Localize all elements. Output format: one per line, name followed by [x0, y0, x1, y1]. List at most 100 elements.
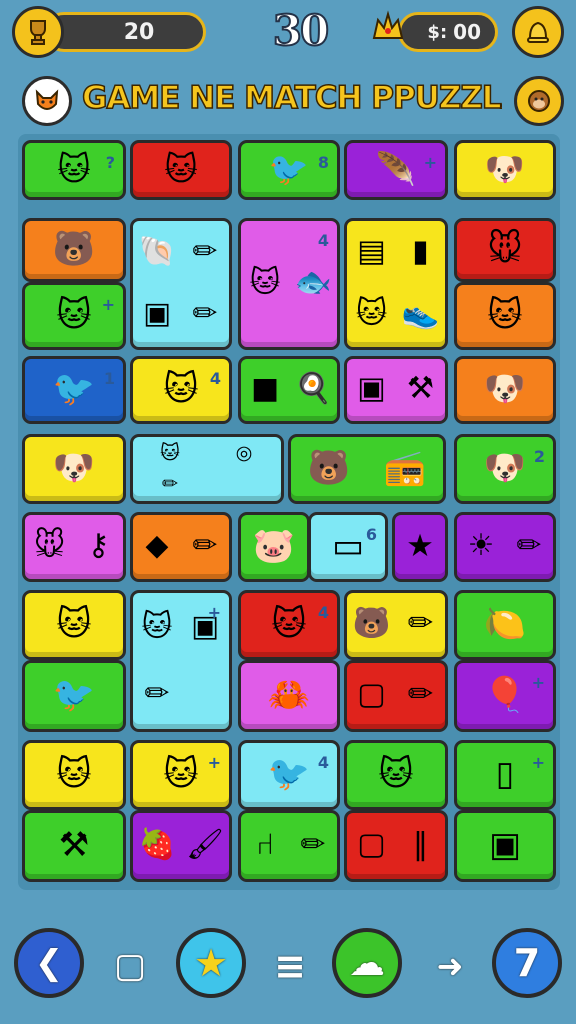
pencil-icon: ✏ [516, 528, 542, 564]
dog-icon: 🐶 [52, 448, 96, 488]
tile-r6c3[interactable]: 🐱 4 [238, 590, 340, 660]
tile-r7c3b[interactable]: ⑁ ✏ [238, 810, 340, 882]
tile-r3c4[interactable]: ▣ ⚒ [344, 356, 448, 424]
pencil-icon: ✏ [144, 675, 170, 711]
fox-button[interactable] [22, 76, 72, 126]
tile-r7c4[interactable]: 🐱 [344, 740, 448, 810]
frame-icon: ▢ [357, 826, 386, 862]
menu-button[interactable]: ≡ [268, 944, 312, 988]
tile-r6c5[interactable]: 🍋 [454, 590, 556, 660]
dog-icon: 🐶 [484, 149, 526, 188]
tile-r5c3[interactable]: 🐷 [238, 512, 310, 582]
box-icon: ▣ [142, 296, 172, 332]
key-icon: ⚷ [87, 527, 110, 563]
cat-icon: 🐱 [141, 608, 173, 644]
forward-button[interactable]: ➜ [428, 944, 472, 988]
box-icon: ▣ [357, 370, 386, 406]
bird-icon: 🐦 [52, 675, 96, 715]
tile-r3c2[interactable]: 🐱 4 [130, 356, 232, 424]
dog-icon: 🐶 [483, 369, 527, 409]
tile-r4c1[interactable]: 🐶 [22, 434, 126, 504]
tile-r5c4[interactable]: ★ [392, 512, 448, 582]
coin-button[interactable] [12, 6, 64, 58]
tile-r3c5[interactable]: 🐶 [454, 356, 556, 424]
crown-icon [372, 10, 404, 39]
bear-icon: 🐻 [307, 448, 351, 488]
score-value: 20 [123, 19, 155, 45]
pencil-icon: ✏ [161, 471, 179, 495]
monkey-icon [528, 90, 550, 112]
tile-r3c1[interactable]: 🐦 1 [22, 356, 126, 424]
tile-r4c3[interactable]: 🐻 📻 [288, 434, 446, 504]
bear-icon: 🐻 [352, 605, 391, 641]
tile-r2c5b[interactable]: 🐱 [454, 282, 556, 350]
tile-r2c4[interactable]: ▤ ▮ 🐱 👟 [344, 218, 448, 350]
ring-icon: ◎ [235, 440, 253, 464]
chevron-left-icon: ❮ [34, 943, 64, 983]
tile-r5c1[interactable]: 🐭 ⚷ [22, 512, 126, 582]
bear-icon: 🐻 [52, 229, 96, 269]
crab-icon: 🦀 [267, 675, 311, 715]
tile-r7c1b[interactable]: ⚒ [22, 810, 126, 882]
bird-icon: 🐦 [52, 369, 96, 409]
cloud-button[interactable]: ☁ [332, 928, 402, 998]
fruit-icon: 🍓 [138, 827, 176, 863]
tile-badge: 6 [365, 525, 377, 544]
tile-r7c1[interactable]: 🐱 [22, 740, 126, 810]
tile-r2c5[interactable]: 🐭 [454, 218, 556, 282]
cat-icon: 🐱 [378, 754, 414, 794]
back-button[interactable]: ❮ [14, 928, 84, 998]
cube-icon: ■ [250, 371, 280, 407]
tile-r1c5[interactable]: 🐶 [454, 140, 556, 200]
book-icon: ▤ [357, 233, 386, 269]
shell-icon: 🐚 [138, 234, 176, 270]
tile-r2c3[interactable]: 🐱 🐟 4 [238, 218, 340, 350]
star-button[interactable]: ★ [176, 928, 246, 998]
tile-r1c1[interactable]: 🐱? [22, 140, 126, 200]
comb-icon: ‖ [412, 826, 429, 862]
top-hud: 20 30 $: 00 [0, 0, 576, 70]
tile-r5c5[interactable]: ☀ ✏ [454, 512, 556, 582]
cards-button[interactable]: ▢ [108, 944, 152, 988]
bell-button[interactable] [512, 6, 564, 58]
tile-r7c2[interactable]: 🐱 + [130, 740, 232, 810]
tile-r5c3b[interactable]: ▭ 6 [308, 512, 388, 582]
tile-badge: + [101, 295, 115, 314]
box-icon: ▣ [488, 825, 522, 865]
tile-badge: + [423, 153, 437, 172]
tile-r7c5b[interactable]: ▣ [454, 810, 556, 882]
pencil-icon: ✏ [407, 676, 434, 712]
tile-r1c3[interactable]: 🐦 8 [238, 140, 340, 200]
tile-r6c2[interactable]: 🐱 ▣ ✏ + [130, 590, 232, 732]
tile-r2c1b[interactable]: 🐱 + [22, 282, 126, 350]
tile-r4c2[interactable]: 🐱 ◎ ✏ [130, 434, 284, 504]
tile-r7c3[interactable]: 🐦 4 [238, 740, 340, 810]
tile-r1c2[interactable]: 🐱 [130, 140, 232, 200]
tile-r7c4b[interactable]: ▢ ‖ [344, 810, 448, 882]
tile-r6c4[interactable]: 🐻 ✏ [344, 590, 448, 660]
fox-icon [35, 89, 59, 110]
cat-icon: 🐱 [249, 265, 281, 301]
tile-r6c1[interactable]: 🐱 [22, 590, 126, 660]
tile-r6c5b[interactable]: 🎈 + [454, 660, 556, 732]
tile-badge: 4 [209, 369, 221, 388]
tile-r7c5[interactable]: ▯ + [454, 740, 556, 810]
tile-r6c3b[interactable]: 🦀 [238, 660, 340, 732]
tile-badge: ? [105, 153, 115, 172]
tile-r6c4b[interactable]: ▢ ✏ [344, 660, 448, 732]
trophy-icon [30, 20, 46, 45]
monkey-button[interactable] [514, 76, 564, 126]
pencil-icon: ✏ [192, 528, 218, 564]
bell-icon [527, 21, 549, 43]
tile-r1c4[interactable]: 🪶 + [344, 140, 448, 200]
tile-r6c1b[interactable]: 🐦 [22, 660, 126, 732]
tile-r4c5[interactable]: 🐶 2 [454, 434, 556, 504]
cloud-icon: ☁ [349, 942, 385, 984]
tile-r2c1[interactable]: 🐻 [22, 218, 126, 282]
tile-badge: 4 [317, 603, 329, 622]
tile-r3c3[interactable]: ■ 🍳 [238, 356, 340, 424]
tile-r7c2b[interactable]: 🍓 🖌 [130, 810, 232, 882]
tile-r5c2[interactable]: ◆ ✏ [130, 512, 232, 582]
level-button[interactable]: 7 [492, 928, 562, 998]
tile-r2c2[interactable]: 🐚 ✏ ▣ ✏ [130, 218, 232, 350]
